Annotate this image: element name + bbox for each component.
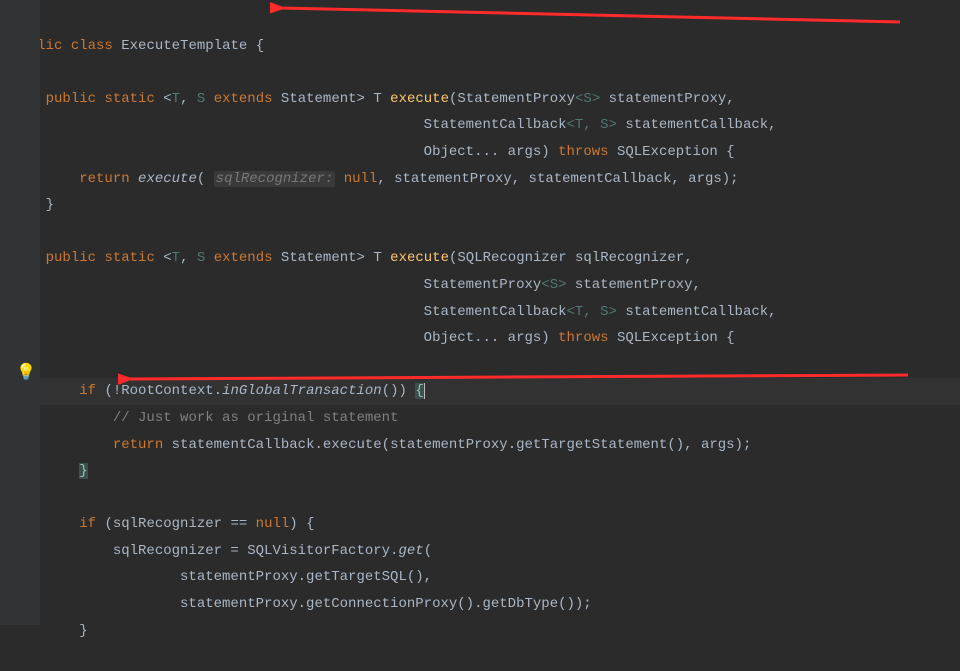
line-comment: // Just work as original statement (113, 410, 399, 426)
intention-bulb-icon[interactable]: 💡 (16, 358, 32, 374)
brace: { (256, 38, 264, 54)
brace-open: { (415, 383, 423, 399)
current-line-highlight: if (!RootContext.inGlobalTransaction()) … (12, 378, 960, 405)
keyword-if: if (79, 383, 96, 399)
keyword-return: return (79, 171, 129, 187)
keyword-static: static (104, 91, 154, 107)
keyword-public: public (46, 91, 96, 107)
keyword-class: class (71, 38, 113, 54)
code-content: public class ExecuteTemplate { public st… (12, 33, 960, 645)
method-execute-1: execute (390, 91, 449, 107)
class-name: ExecuteTemplate (121, 38, 247, 54)
text-caret (424, 383, 425, 399)
editor-gutter (0, 0, 40, 625)
brace-close: } (79, 463, 87, 479)
parameter-hint: sqlRecognizer: (214, 171, 336, 187)
code-editor[interactable]: public class ExecuteTemplate { public st… (0, 0, 960, 671)
method-execute-2: execute (390, 250, 449, 266)
